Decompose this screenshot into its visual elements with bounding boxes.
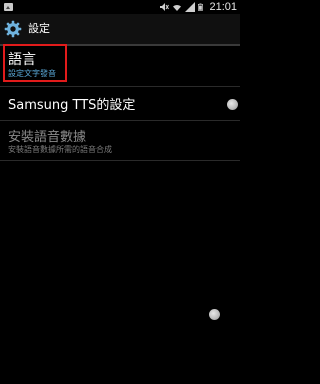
list-item-samsung-tts-settings[interactable]: Samsung TTS的設定 [0, 88, 240, 118]
image-icon [4, 3, 13, 11]
status-time: 21:01 [209, 1, 237, 13]
wifi-icon [173, 4, 182, 11]
list-item-install-voice-data[interactable]: 安裝語音數據 安裝語音數據所需的語音合成 [0, 122, 240, 160]
signal-icon [185, 2, 196, 12]
list-item-title: 安裝語音數據 [8, 130, 87, 145]
mute-icon [160, 3, 170, 11]
divider [0, 120, 240, 121]
page-title: 設定 [28, 22, 50, 35]
divider [0, 160, 240, 161]
list-item-title: Samsung TTS的設定 [8, 98, 136, 113]
touch-indicator-dot [227, 99, 238, 110]
screen: 21:01 設定 語言 設定文字發音 Samsung TTS的設定 安裝語音數據… [0, 0, 240, 384]
gear-icon[interactable] [4, 20, 22, 38]
action-bar: 設定 [0, 14, 240, 46]
status-icons: 21:01 [159, 0, 237, 14]
highlight-box [3, 44, 67, 82]
touch-indicator-dot [209, 309, 220, 320]
battery-icon [198, 3, 204, 11]
list-item-subtitle: 安裝語音數據所需的語音合成 [8, 145, 112, 154]
status-bar: 21:01 [0, 0, 240, 14]
divider [0, 86, 240, 87]
